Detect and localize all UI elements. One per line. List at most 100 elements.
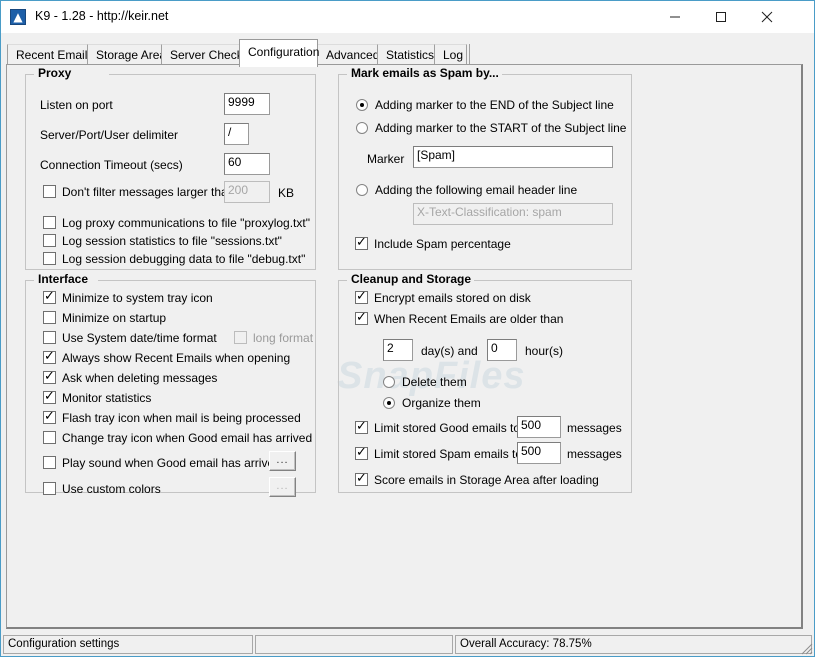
tab-configuration[interactable]: Configuration bbox=[239, 39, 319, 67]
long-format-label: long format bbox=[253, 331, 314, 345]
custom-colors-label: Use custom colors bbox=[62, 482, 161, 496]
close-button[interactable] bbox=[744, 1, 790, 32]
tab-statistics[interactable]: Statistics bbox=[377, 44, 435, 66]
max-size-input[interactable]: 200 bbox=[224, 181, 270, 203]
ask-delete-label: Ask when deleting messages bbox=[62, 371, 218, 385]
radio-delete-them[interactable] bbox=[383, 376, 395, 388]
application-window: ▲ K9 - 1.28 - http://keir.net Recent Ema… bbox=[0, 0, 815, 657]
days-unit-label: day(s) and bbox=[421, 344, 478, 358]
log-proxy-label: Log proxy communications to file "proxyl… bbox=[62, 216, 310, 230]
tab-bar: Recent Emails Storage Area Server Check … bbox=[1, 33, 814, 67]
groupbox-border-right bbox=[109, 74, 315, 75]
radio-organize-them[interactable] bbox=[383, 397, 395, 409]
days-input[interactable]: 2 bbox=[383, 339, 413, 361]
status-accuracy-panel: Overall Accuracy: 78.75% bbox=[455, 635, 812, 654]
score-storage-checkbox[interactable]: ✓ bbox=[355, 471, 368, 486]
encrypt-emails-label: Encrypt emails stored on disk bbox=[374, 291, 531, 305]
groupbox-border-right bbox=[499, 74, 631, 75]
spam-group-title: Mark emails as Spam by... bbox=[348, 66, 502, 80]
header-line-input[interactable]: X-Text-Classification: spam bbox=[413, 203, 613, 225]
score-storage-label: Score emails in Storage Area after loadi… bbox=[374, 473, 599, 487]
resize-grip-icon[interactable] bbox=[799, 641, 813, 655]
timeout-input[interactable]: 60 bbox=[224, 153, 270, 175]
radio-marker-end[interactable] bbox=[356, 99, 368, 111]
limit-spam-label: Limit stored Spam emails to bbox=[374, 447, 523, 461]
maximize-icon bbox=[716, 11, 726, 22]
change-tray-icon-label: Change tray icon when Good email has arr… bbox=[62, 431, 313, 445]
listen-port-input[interactable]: 9999 bbox=[224, 93, 270, 115]
system-datetime-checkbox[interactable] bbox=[43, 331, 56, 344]
system-datetime-label: Use System date/time format bbox=[62, 331, 217, 345]
limit-good-checkbox[interactable]: ✓ bbox=[355, 419, 368, 434]
change-tray-icon-checkbox[interactable] bbox=[43, 431, 56, 444]
limit-good-label: Limit stored Good emails to bbox=[374, 421, 521, 435]
proxy-group: Proxy Listen on port 9999 Server/Port/Us… bbox=[25, 66, 316, 270]
minimize-tray-label: Minimize to system tray icon bbox=[62, 291, 213, 305]
dont-filter-label: Don't filter messages larger than bbox=[62, 185, 235, 199]
include-percentage-label: Include Spam percentage bbox=[374, 237, 511, 251]
minimize-startup-checkbox[interactable] bbox=[43, 311, 56, 324]
marker-input[interactable]: [Spam] bbox=[413, 146, 613, 168]
ask-delete-checkbox[interactable]: ✓ bbox=[43, 369, 56, 384]
older-than-checkbox[interactable]: ✓ bbox=[355, 310, 368, 325]
minimize-tray-checkbox[interactable]: ✓ bbox=[43, 289, 56, 304]
tab-server-check[interactable]: Server Check bbox=[161, 44, 243, 66]
radio-header-line-label: Adding the following email header line bbox=[375, 183, 578, 197]
close-icon bbox=[761, 11, 773, 22]
title-bar: ▲ K9 - 1.28 - http://keir.net bbox=[1, 1, 814, 33]
limit-spam-unit-label: messages bbox=[567, 447, 622, 461]
log-debug-checkbox[interactable] bbox=[43, 252, 56, 265]
groupbox-border-right bbox=[469, 280, 631, 281]
max-size-unit-label: KB bbox=[278, 186, 295, 200]
custom-colors-checkbox[interactable] bbox=[43, 482, 56, 495]
maximize-button[interactable] bbox=[698, 1, 744, 32]
limit-spam-checkbox[interactable]: ✓ bbox=[355, 445, 368, 460]
log-stats-label: Log session statistics to file "sessions… bbox=[62, 234, 282, 248]
encrypt-emails-checkbox[interactable]: ✓ bbox=[355, 289, 368, 304]
spam-marking-group: Mark emails as Spam by... Adding marker … bbox=[338, 66, 632, 270]
monitor-statistics-checkbox[interactable]: ✓ bbox=[43, 389, 56, 404]
log-proxy-checkbox[interactable] bbox=[43, 216, 56, 229]
colors-browse-button[interactable]: ... bbox=[269, 477, 296, 497]
proxy-group-title: Proxy bbox=[35, 66, 75, 80]
delimiter-label: Server/Port/User delimiter bbox=[40, 128, 179, 142]
limit-good-input[interactable]: 500 bbox=[517, 416, 561, 438]
radio-marker-start-label: Adding marker to the START of the Subjec… bbox=[375, 121, 627, 135]
hours-input[interactable]: 0 bbox=[487, 339, 517, 361]
log-stats-checkbox[interactable] bbox=[43, 234, 56, 247]
groupbox-border-right bbox=[98, 280, 315, 281]
minimize-startup-label: Minimize on startup bbox=[62, 311, 167, 325]
hours-unit-label: hour(s) bbox=[525, 344, 564, 358]
sound-browse-button[interactable]: ... bbox=[269, 451, 296, 471]
minimize-button[interactable] bbox=[652, 1, 698, 32]
tab-advanced[interactable]: Advanced bbox=[317, 44, 379, 66]
include-percentage-checkbox[interactable]: ✓ bbox=[355, 235, 368, 250]
delimiter-input[interactable]: / bbox=[224, 123, 249, 145]
flash-tray-checkbox[interactable]: ✓ bbox=[43, 409, 56, 424]
always-show-recent-checkbox[interactable]: ✓ bbox=[43, 349, 56, 364]
tab-log[interactable]: Log bbox=[434, 44, 467, 66]
groupbox-border-left bbox=[339, 280, 347, 281]
radio-delete-them-label: Delete them bbox=[402, 375, 467, 389]
groupbox-border-left bbox=[339, 74, 347, 75]
limit-spam-input[interactable]: 500 bbox=[517, 442, 561, 464]
play-sound-label: Play sound when Good email has arrived bbox=[62, 456, 281, 470]
listen-port-label: Listen on port bbox=[40, 98, 113, 112]
radio-marker-start[interactable] bbox=[356, 122, 368, 134]
radio-marker-end-label: Adding marker to the END of the Subject … bbox=[375, 98, 614, 112]
groupbox-border-left bbox=[26, 280, 34, 281]
cleanup-group-title: Cleanup and Storage bbox=[348, 272, 475, 286]
dont-filter-checkbox[interactable] bbox=[43, 185, 56, 198]
app-logo-icon: ▲ bbox=[10, 9, 26, 25]
status-bar: Configuration settings Overall Accuracy:… bbox=[1, 633, 814, 656]
long-format-checkbox[interactable] bbox=[234, 331, 247, 344]
always-show-recent-label: Always show Recent Emails when opening bbox=[62, 351, 291, 365]
configuration-panel: SnapFiles Proxy Listen on port 9999 Serv… bbox=[6, 64, 803, 629]
window-title: K9 - 1.28 - http://keir.net bbox=[35, 9, 169, 23]
status-left-panel: Configuration settings bbox=[3, 635, 253, 654]
tab-storage-area[interactable]: Storage Area bbox=[87, 44, 167, 66]
radio-organize-them-label: Organize them bbox=[402, 396, 481, 410]
play-sound-checkbox[interactable] bbox=[43, 456, 56, 469]
radio-header-line[interactable] bbox=[356, 184, 368, 196]
tab-recent-emails[interactable]: Recent Emails bbox=[7, 44, 95, 66]
